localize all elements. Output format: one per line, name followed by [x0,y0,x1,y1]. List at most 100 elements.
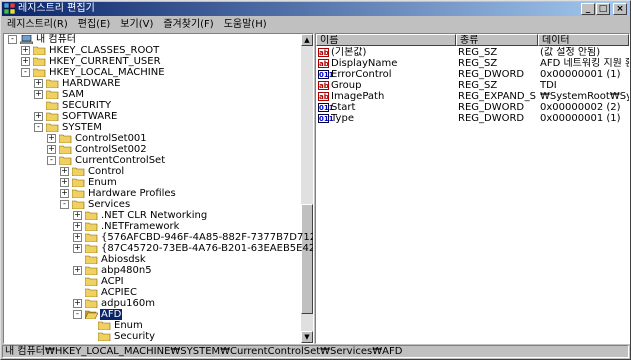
tree-node-label[interactable]: HARDWARE [61,78,121,89]
value-type: REG_SZ [458,58,498,69]
tree-node-label[interactable]: SECURITY [61,100,112,111]
tree-node-label[interactable]: 내 컴퓨터 [35,34,77,45]
tree-node-label[interactable]: {576AFCBD-946F-4A85-882F-7377B7D712CA} [100,232,313,243]
expand-icon[interactable]: + [60,189,69,198]
values-list-pane[interactable]: 이름 종류 데이터 ab (기본값) REG_SZ (값 설정 안됨) ab Displa… [315,33,630,344]
tree-node-label[interactable]: HKEY_LOCAL_MACHINE [48,67,166,78]
tree-node-label[interactable]: ControlSet001 [74,133,148,144]
folder-icon [97,321,111,331]
menu-help[interactable]: 도움말(H) [219,17,272,32]
menu-registry[interactable]: 레지스트리(R) [2,17,73,32]
tree-node-label[interactable]: Services [87,199,131,210]
tree-node-label[interactable]: .NET CLR Networking [100,210,208,221]
expand-icon[interactable]: + [47,134,56,143]
collapse-icon[interactable]: - [34,123,43,132]
value-data: TDI [540,80,557,91]
tree-node-label[interactable]: ControlSet002 [74,144,148,155]
folder-icon [84,211,98,221]
value-data: ₩SystemRoot₩System [540,91,629,102]
regedit-app-icon [4,3,15,14]
tree-node-label[interactable]: SYSTEM [61,122,103,133]
collapse-icon[interactable]: - [73,310,82,319]
collapse-icon[interactable]: - [21,68,30,77]
expand-icon[interactable]: + [73,244,82,253]
tree-node-label[interactable]: SOFTWARE [61,111,118,122]
value-data: 0x00000002 (2) [540,102,621,113]
tree-node-label[interactable]: abp480n5 [100,265,153,276]
tree-node-label[interactable]: HKEY_CURRENT_USER [48,56,162,67]
tree-node-label[interactable]: Abiosdsk [100,254,147,265]
column-header-data[interactable]: 데이터 [538,34,629,46]
scroll-down-button[interactable]: ▼ [301,331,313,343]
column-header-name[interactable]: 이름 [316,34,456,46]
expand-icon[interactable]: + [73,211,82,220]
expand-icon[interactable]: + [60,167,69,176]
tree-node-label[interactable]: AFD [100,309,123,320]
value-row[interactable]: 011 Start REG_DWORD 0x00000002 (2) [316,102,629,113]
minimize-button[interactable]: _ [581,3,595,15]
folder-icon [45,112,59,122]
expand-icon[interactable]: + [73,266,82,275]
registry-tree-pane[interactable]: ▲ ▼ - 내 컴퓨터 + HKEY_CLASSES_ROOT + HKEY_CURREN… [3,33,314,344]
scroll-up-button[interactable]: ▲ [301,34,313,46]
tree-node-label[interactable]: ACPIEC [100,287,138,298]
string-value-icon: ab [318,81,329,90]
tree-node-label[interactable]: Enum [87,177,118,188]
value-row[interactable]: 011 ErrorControl REG_DWORD 0x00000001 (1) [316,69,629,80]
scroll-thumb[interactable] [301,204,313,314]
tree-node-label[interactable]: .NETFramework [100,221,180,232]
collapse-icon[interactable]: - [47,156,56,165]
close-button[interactable]: × [613,3,627,15]
maximize-button[interactable]: □ [596,3,610,15]
value-type: REG_DWORD [458,102,525,113]
folder-icon [32,57,46,67]
tree-node-label[interactable]: Hardware Profiles [87,188,177,199]
open-folder-icon [84,310,99,320]
tree-node-label[interactable]: {87C45720-73EB-4A76-B201-63EAEB5E42D6} [100,243,313,254]
tree-node-label[interactable]: CurrentControlSet [74,155,166,166]
folder-icon [71,200,85,210]
expand-icon[interactable]: + [34,90,43,99]
value-row[interactable]: 011 Type REG_DWORD 0x00000001 (1) [316,113,629,124]
collapse-icon[interactable]: - [8,35,17,44]
expand-icon[interactable]: + [60,178,69,187]
column-header-type[interactable]: 종류 [456,34,538,46]
expand-icon[interactable]: + [73,222,82,231]
menu-view[interactable]: 보기(V) [115,17,158,32]
folder-icon [84,233,98,243]
value-name: Start [331,102,356,113]
expand-icon[interactable]: + [73,299,82,308]
value-row[interactable]: abImagePath REG_EXPAND_SZ ₩SystemRoot₩Syst… [316,91,629,102]
tree-node-label[interactable]: Security [113,331,156,342]
collapse-icon[interactable]: - [60,200,69,209]
tree-node-label[interactable]: SAM [61,89,85,100]
value-row[interactable]: ab (기본값) REG_SZ (값 설정 안됨) [316,47,629,58]
expand-icon[interactable]: + [73,233,82,242]
menu-favorites[interactable]: 즐겨찾기(F) [158,17,218,32]
folder-icon [45,79,59,89]
tree-node-label[interactable]: adpu160m [100,298,156,309]
tree-node-label[interactable]: ACPI [100,276,125,287]
value-type: REG_SZ [458,47,498,58]
tree-vertical-scrollbar[interactable]: ▲ ▼ [301,34,313,343]
menu-edit[interactable]: 편집(E) [73,17,116,32]
expand-icon[interactable]: + [21,46,30,55]
expand-icon[interactable]: + [47,145,56,154]
value-row[interactable]: ab Group REG_SZ TDI [316,80,629,91]
title-bar[interactable]: 레지스트리 편집기 _ □ × [2,2,629,16]
expand-icon[interactable]: + [34,79,43,88]
tree-node-label[interactable]: Control [87,166,125,177]
expand-icon[interactable]: + [34,112,43,121]
string-value-icon: ab [318,48,329,57]
tree-node-label[interactable]: HKEY_CLASSES_ROOT [48,45,160,56]
computer-icon [19,34,34,45]
folder-icon [97,332,111,342]
folder-icon [84,277,98,287]
expand-icon[interactable]: + [21,57,30,66]
folder-icon [84,288,98,298]
value-data: (값 설정 안됨) [540,47,601,58]
value-row[interactable]: abDisplayName REG_SZ AFD 네트워킹 지원 환경 [316,58,629,69]
tree-node-label[interactable]: Enum [113,320,144,331]
binary-value-icon: 011 [318,114,334,123]
value-type: REG_EXPAND_SZ [458,91,536,102]
